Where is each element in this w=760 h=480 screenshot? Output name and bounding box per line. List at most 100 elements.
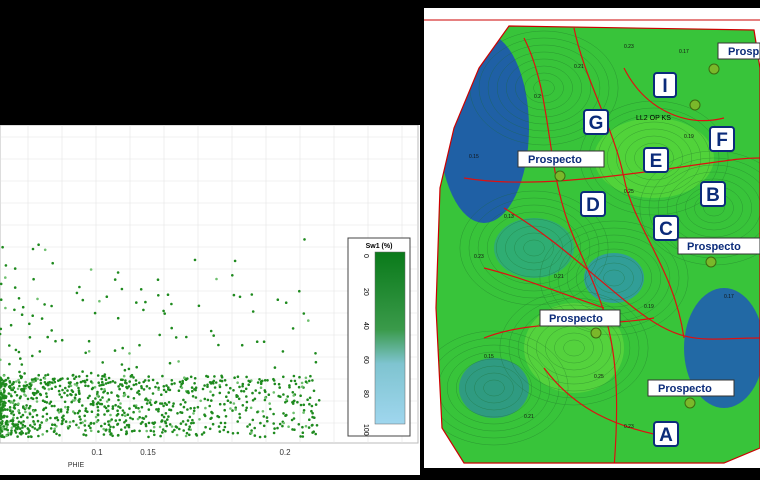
well-marker xyxy=(590,327,602,339)
data-point xyxy=(188,415,192,419)
data-point xyxy=(311,379,314,382)
data-point xyxy=(64,386,67,390)
data-point xyxy=(180,386,184,390)
data-point xyxy=(76,411,80,415)
data-point xyxy=(226,399,230,403)
data-point xyxy=(2,374,6,377)
data-point xyxy=(247,383,250,387)
data-point xyxy=(282,412,285,415)
data-point xyxy=(236,381,239,385)
data-point xyxy=(7,392,11,395)
data-point xyxy=(264,390,267,394)
x-axis-label: PHIE xyxy=(68,462,85,469)
data-point xyxy=(63,400,67,404)
prospect-label: Prospecto xyxy=(658,383,712,395)
data-point xyxy=(138,429,141,433)
data-point xyxy=(107,420,110,423)
data-point xyxy=(123,414,127,418)
data-point xyxy=(122,374,126,378)
data-point xyxy=(7,385,11,389)
data-point xyxy=(262,415,266,418)
data-point xyxy=(157,386,160,390)
data-point xyxy=(192,421,195,425)
data-point xyxy=(142,380,145,384)
data-point xyxy=(148,387,151,390)
data-point xyxy=(132,376,135,379)
data-point xyxy=(311,431,314,434)
prospect-label: Prospecto xyxy=(687,241,741,253)
data-point xyxy=(245,395,248,398)
data-point xyxy=(202,431,206,434)
data-point xyxy=(292,399,296,403)
data-point xyxy=(249,406,253,410)
data-point xyxy=(245,400,249,404)
contour-value-label: 0.23 xyxy=(474,254,484,260)
data-point xyxy=(276,298,280,301)
data-point xyxy=(134,382,138,386)
data-point xyxy=(79,380,83,384)
data-point xyxy=(147,379,151,382)
data-point xyxy=(109,433,112,436)
data-point xyxy=(14,403,17,406)
data-point xyxy=(121,384,124,388)
data-point xyxy=(43,248,47,252)
data-point xyxy=(182,398,185,402)
data-point xyxy=(229,401,232,404)
data-point xyxy=(300,381,304,385)
data-point xyxy=(2,379,6,383)
data-point xyxy=(10,426,14,430)
data-point xyxy=(301,431,305,435)
data-point xyxy=(138,381,141,385)
data-point xyxy=(211,393,215,397)
data-point xyxy=(89,268,93,271)
data-point xyxy=(10,388,14,392)
data-point xyxy=(174,336,178,339)
data-point xyxy=(250,431,253,435)
data-point xyxy=(263,379,267,382)
data-point xyxy=(251,310,255,313)
data-point xyxy=(109,413,112,417)
data-point xyxy=(209,382,213,385)
data-point xyxy=(273,427,276,430)
data-point xyxy=(83,424,87,427)
data-point xyxy=(181,420,185,423)
data-point xyxy=(53,404,56,408)
data-point xyxy=(46,382,49,386)
data-point xyxy=(71,374,75,377)
data-point xyxy=(45,412,49,416)
prospect-label: Prospecto xyxy=(549,313,603,325)
data-point xyxy=(9,409,12,413)
data-point xyxy=(63,391,66,395)
data-point xyxy=(251,391,254,395)
data-point xyxy=(209,329,213,333)
data-point xyxy=(40,317,44,320)
data-point xyxy=(67,385,71,388)
scatter-plot: 0.1 0.15 0.2 PHIE Sw1 (%) 0 20 40 60 80 100 xyxy=(0,124,419,469)
data-point xyxy=(89,426,92,430)
data-point xyxy=(237,397,241,401)
data-point xyxy=(45,392,48,395)
data-point xyxy=(267,393,271,397)
data-point xyxy=(139,422,143,425)
data-point xyxy=(166,418,169,421)
data-point xyxy=(170,425,174,428)
data-point xyxy=(195,434,199,437)
data-point xyxy=(238,412,241,416)
data-point xyxy=(0,422,4,425)
data-point xyxy=(101,380,104,384)
data-point xyxy=(20,313,24,316)
data-point xyxy=(0,298,3,301)
data-point xyxy=(140,405,144,409)
data-point xyxy=(248,423,252,426)
data-point xyxy=(232,402,236,405)
data-point xyxy=(164,429,167,433)
data-point xyxy=(161,431,164,434)
data-point xyxy=(285,398,288,401)
data-point xyxy=(3,408,6,411)
data-point xyxy=(153,421,157,424)
data-point xyxy=(110,418,113,421)
data-point xyxy=(1,393,4,396)
data-point xyxy=(79,421,82,425)
data-point xyxy=(253,426,256,430)
data-point xyxy=(209,390,212,394)
